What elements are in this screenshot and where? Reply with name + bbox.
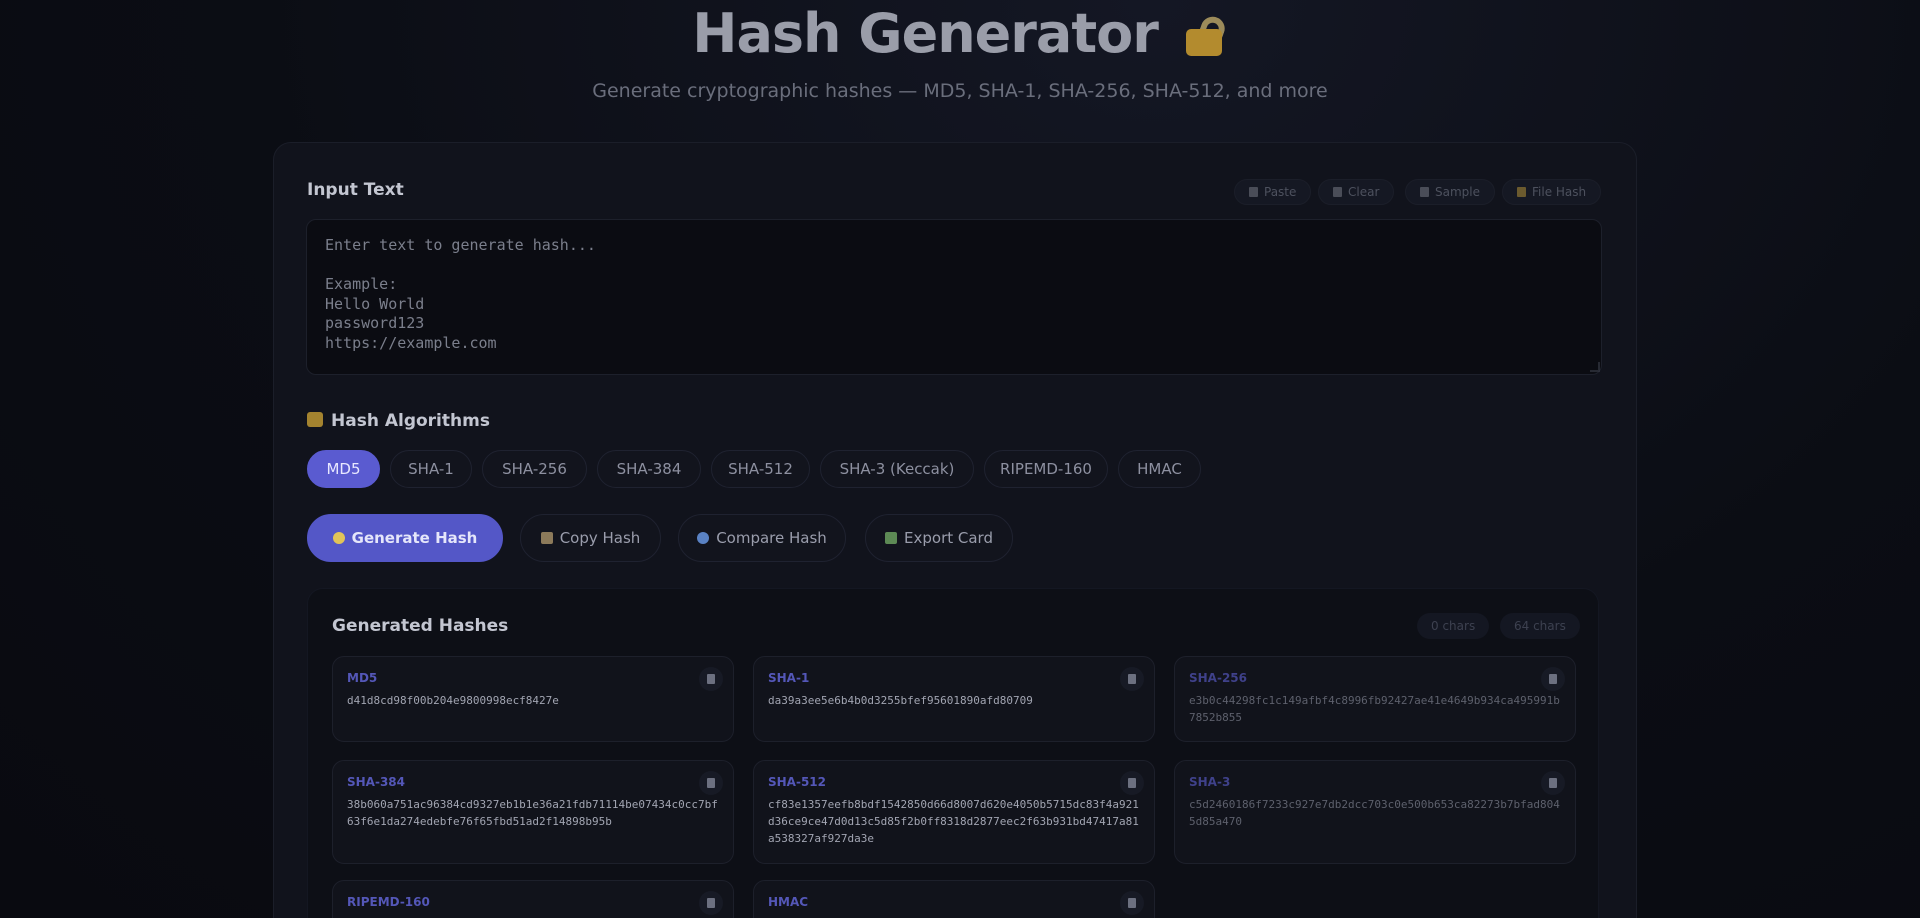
hash-generator-page: Hash Generator Generate cryptographic ha… (0, 0, 1920, 918)
hash-card-value[interactable]: cf83e1357eefb8bdf1542850d66d8007d620e405… (768, 796, 1140, 847)
clear-button[interactable]: Clear (1318, 179, 1395, 205)
algo-sha1-pill[interactable]: SHA-1 (390, 450, 472, 488)
hash-card-value[interactable]: c5d2460186f7233c927e7db2dcc703c0e500b653… (1189, 796, 1561, 830)
page-title: Hash Generator (0, 2, 1920, 66)
hash-card-value[interactable]: da39a3ee5e6b4b0d3255bfef95601890afd80709 (768, 692, 1140, 709)
hash-card-value[interactable]: e3b0c44298fc1c149afbf4c8996fb92427ae41e4… (1189, 692, 1561, 726)
file-hash-button[interactable]: File Hash (1502, 179, 1602, 205)
input-textarea[interactable] (306, 219, 1602, 375)
algo-md5-pill[interactable]: MD5 (307, 450, 380, 488)
hash-card-name: HMAC (768, 895, 809, 909)
picture-icon (885, 532, 898, 544)
algo-ripemd160-pill[interactable]: RIPEMD-160 (984, 450, 1108, 488)
hash-card-sha3: SHA-3 c5d2460186f7233c927e7db2dcc703c0e5… (1174, 760, 1576, 864)
algo-sha512-pill[interactable]: SHA-512 (711, 450, 810, 488)
locked-padlock-icon (1184, 12, 1228, 56)
copy-icon[interactable] (699, 891, 723, 915)
hash-card-sha512: SHA-512 cf83e1357eefb8bdf1542850d66d8007… (753, 760, 1155, 864)
hash-card-sha1: SHA-1 da39a3ee5e6b4b0d3255bfef95601890af… (753, 656, 1155, 742)
copy-hash-button[interactable]: Copy Hash (520, 514, 661, 562)
magnifier-icon (697, 532, 710, 544)
input-text-label: Input Text (307, 180, 404, 200)
generated-hashes-label: Generated Hashes (332, 616, 509, 636)
sample-button[interactable]: Sample (1405, 179, 1495, 205)
copy-icon[interactable] (1541, 667, 1565, 691)
hash-card-name: SHA-384 (347, 775, 406, 789)
paste-button[interactable]: Paste (1234, 179, 1312, 205)
hash-card-value[interactable]: 38b060a751ac96384cd9327eb1b1e36a21fdb711… (347, 796, 719, 830)
resize-handle[interactable] (1590, 362, 1600, 372)
hash-card-ripemd160: RIPEMD-160 (332, 880, 734, 918)
page-subtitle: Generate cryptographic hashes — MD5, SHA… (592, 80, 1328, 102)
generate-hash-button[interactable]: Generate Hash (307, 514, 503, 562)
algo-sha3-pill[interactable]: SHA-3 (Keccak) (820, 450, 974, 488)
clipboard-icon (540, 532, 553, 544)
sparkles-icon (332, 532, 345, 544)
output-chars-badge: 64 chars (1500, 613, 1580, 639)
hash-card-name: SHA-512 (768, 775, 827, 789)
copy-icon[interactable] (699, 667, 723, 691)
algo-hmac-pill[interactable]: HMAC (1118, 450, 1201, 488)
trash-icon (1333, 187, 1342, 197)
input-chars-badge: 0 chars (1417, 613, 1490, 639)
copy-icon[interactable] (1541, 771, 1565, 795)
copy-icon[interactable] (1120, 891, 1144, 915)
hash-card-name: SHA-3 (1189, 775, 1231, 789)
generated-hashes-panel (307, 588, 1599, 918)
hash-card-md5: MD5 d41d8cd98f00b204e9800998ecf8427e (332, 656, 734, 742)
hash-card-name: MD5 (347, 671, 378, 685)
hash-card-hmac: HMAC (753, 880, 1155, 918)
clipboard-icon (1249, 187, 1258, 197)
compare-hash-button[interactable]: Compare Hash (678, 514, 846, 562)
hash-card-name: SHA-256 (1189, 671, 1248, 685)
hash-card-sha256: SHA-256 e3b0c44298fc1c149afbf4c8996fb924… (1174, 656, 1576, 742)
folder-icon (1517, 187, 1526, 197)
algo-sha384-pill[interactable]: SHA-384 (597, 450, 701, 488)
hash-card-name: SHA-1 (768, 671, 810, 685)
page-title-text: Hash Generator (692, 2, 1159, 65)
hash-card-name: RIPEMD-160 (347, 895, 430, 909)
copy-icon[interactable] (1120, 771, 1144, 795)
padlock-icon (307, 412, 323, 427)
hash-card-sha384: SHA-384 38b060a751ac96384cd9327eb1b1e36a… (332, 760, 734, 864)
hash-card-value[interactable]: d41d8cd98f00b204e9800998ecf8427e (347, 692, 719, 709)
copy-icon[interactable] (1120, 667, 1144, 691)
algo-sha256-pill[interactable]: SHA-256 (482, 450, 587, 488)
copy-icon[interactable] (699, 771, 723, 795)
hash-algorithms-heading: Hash Algorithms (307, 411, 490, 431)
export-card-button[interactable]: Export Card (865, 514, 1013, 562)
document-icon (1420, 187, 1429, 197)
